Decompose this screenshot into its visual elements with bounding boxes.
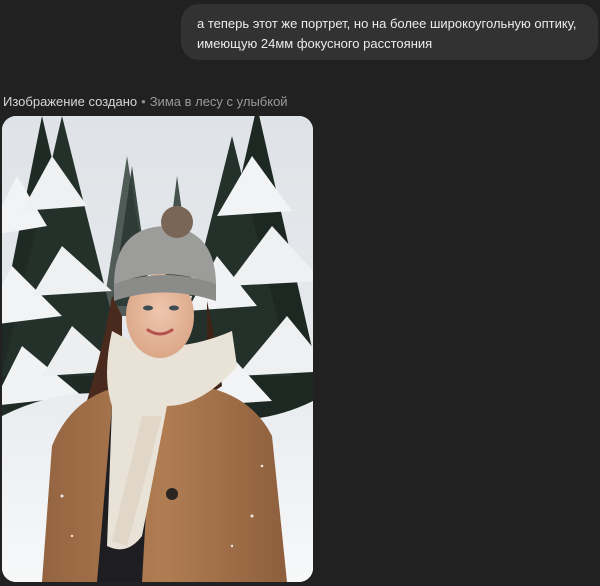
coat-button xyxy=(166,488,178,500)
chat-view: а теперь этот же портрет, но на более ши… xyxy=(0,0,600,586)
status-separator: • xyxy=(141,94,146,109)
image-generation-status: Изображение создано • Зима в лесу с улыбко… xyxy=(3,93,288,111)
image-title[interactable]: Зима в лесу с улыбкой xyxy=(150,94,288,109)
hat-pompom xyxy=(161,206,193,238)
user-message-text: а теперь этот же портрет, но на более ши… xyxy=(197,16,577,51)
winter-portrait-illustration xyxy=(2,116,313,582)
user-message-bubble: а теперь этот же портрет, но на более ши… xyxy=(181,4,598,60)
image-status-label: Изображение создано xyxy=(3,94,138,109)
generated-image[interactable] xyxy=(2,116,313,582)
